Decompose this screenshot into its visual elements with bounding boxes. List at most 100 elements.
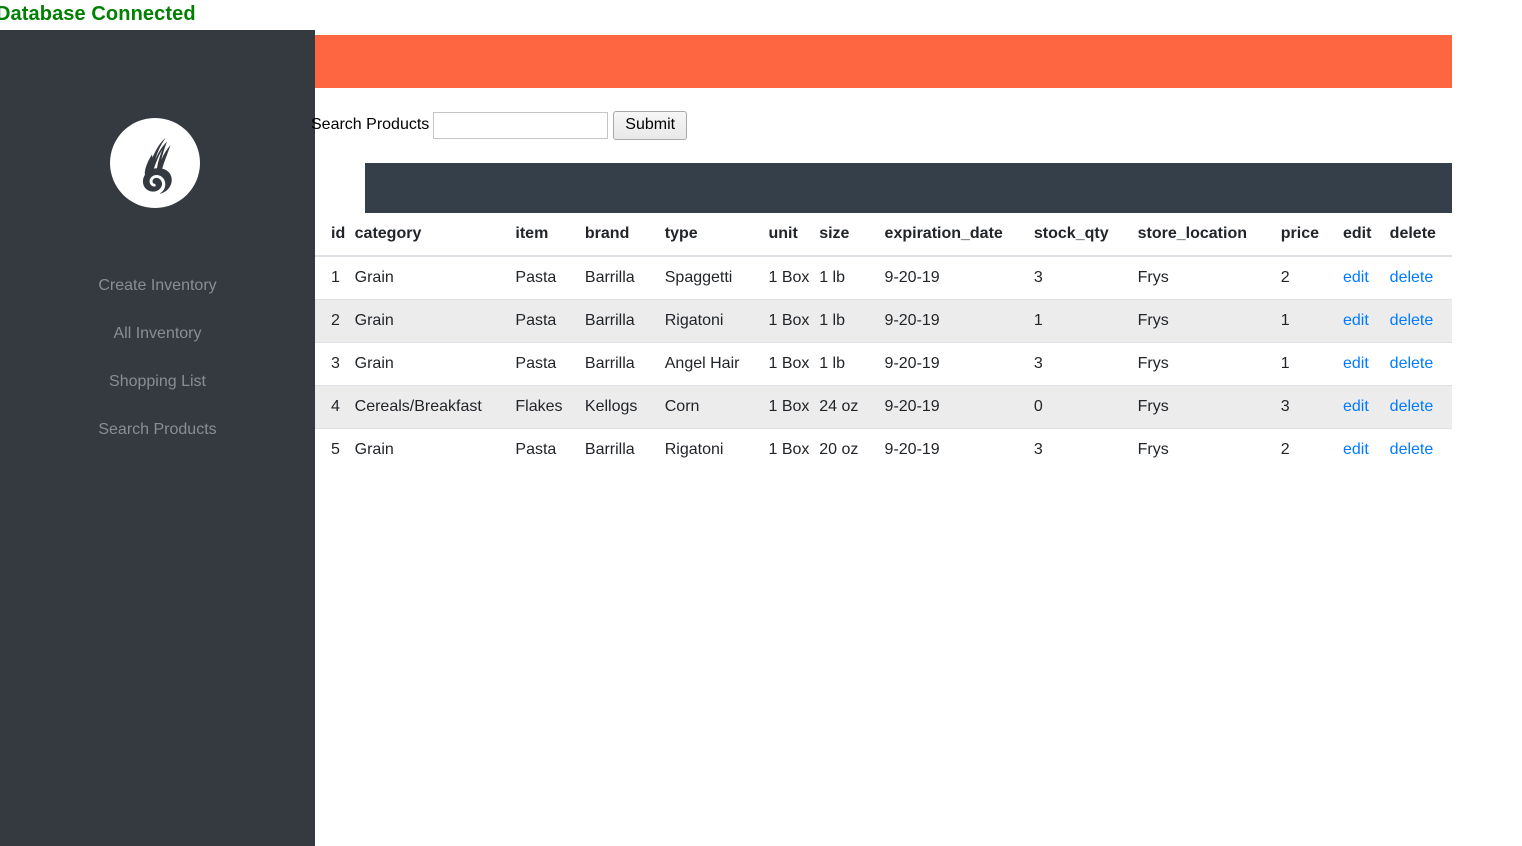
cell-item: Pasta bbox=[515, 428, 585, 471]
cell-size: 24 oz bbox=[819, 385, 885, 429]
cell-price: 1 bbox=[1280, 299, 1343, 343]
column-header-category: category bbox=[354, 213, 516, 257]
search-input[interactable] bbox=[433, 111, 609, 139]
cell-store-location: Frys bbox=[1137, 385, 1281, 429]
cell-id: 5 bbox=[315, 428, 355, 471]
table-row: 4 Cereals/Breakfast Flakes Kellogs Corn … bbox=[315, 385, 1452, 429]
column-header-delete: delete bbox=[1389, 213, 1452, 257]
cell-stock-qty: 3 bbox=[1033, 255, 1138, 300]
edit-link[interactable]: edit bbox=[1343, 269, 1369, 286]
cell-category: Grain bbox=[354, 428, 516, 471]
sidebar-item-all-inventory[interactable]: All Inventory bbox=[0, 310, 315, 358]
cell-type: Rigatoni bbox=[664, 299, 769, 343]
cell-unit: 1 Box bbox=[768, 299, 820, 343]
cell-brand: Barrilla bbox=[584, 299, 665, 343]
cell-unit: 1 Box bbox=[768, 428, 820, 471]
cell-id: 1 bbox=[315, 255, 355, 300]
column-header-unit: unit bbox=[768, 213, 820, 257]
page-header-bar bbox=[315, 35, 1452, 88]
cell-expiration-date: 9-20-19 bbox=[884, 385, 1034, 429]
cell-item: Pasta bbox=[515, 342, 585, 386]
cell-item: Pasta bbox=[515, 255, 585, 300]
cell-id: 4 bbox=[315, 385, 355, 429]
sidebar: Create Inventory All Inventory Shopping … bbox=[0, 30, 315, 846]
sidebar-item-search-products[interactable]: Search Products bbox=[0, 406, 315, 454]
cell-expiration-date: 9-20-19 bbox=[884, 299, 1034, 343]
inventory-table: id category item brand type unit size ex… bbox=[315, 213, 1452, 471]
edit-link[interactable]: edit bbox=[1343, 398, 1369, 415]
cell-expiration-date: 9-20-19 bbox=[884, 255, 1034, 300]
cell-store-location: Frys bbox=[1137, 299, 1281, 343]
table-row: 1 Grain Pasta Barrilla Spaggetti 1 Box 1… bbox=[315, 255, 1452, 300]
cell-price: 1 bbox=[1280, 342, 1343, 386]
cell-store-location: Frys bbox=[1137, 428, 1281, 471]
cell-price: 2 bbox=[1280, 428, 1343, 471]
table-row: 5 Grain Pasta Barrilla Rigatoni 1 Box 20… bbox=[315, 428, 1452, 471]
cell-type: Corn bbox=[664, 385, 769, 429]
cell-type: Rigatoni bbox=[664, 428, 769, 471]
cell-unit: 1 Box bbox=[768, 385, 820, 429]
edit-link[interactable]: edit bbox=[1343, 312, 1369, 329]
main-content: Search Products Submit id category item … bbox=[311, 30, 1522, 846]
cell-unit: 1 Box bbox=[768, 255, 820, 300]
cell-size: 1 lb bbox=[819, 342, 885, 386]
cell-item: Pasta bbox=[515, 299, 585, 343]
cell-size: 1 lb bbox=[819, 255, 885, 300]
cell-category: Grain bbox=[354, 255, 516, 300]
cell-store-location: Frys bbox=[1137, 255, 1281, 300]
air-nomad-flame-icon bbox=[124, 132, 186, 194]
cell-id: 3 bbox=[315, 342, 355, 386]
cell-stock-qty: 3 bbox=[1033, 342, 1138, 386]
sidebar-nav: Create Inventory All Inventory Shopping … bbox=[0, 262, 315, 454]
column-header-id: id bbox=[315, 213, 355, 257]
search-input-label: Search Products bbox=[311, 116, 430, 133]
cell-brand: Kellogs bbox=[584, 385, 665, 429]
cell-type: Spaggetti bbox=[664, 255, 769, 300]
database-status-banner: Database Connected bbox=[0, 3, 196, 25]
sidebar-item-create-inventory[interactable]: Create Inventory bbox=[0, 262, 315, 310]
delete-link[interactable]: delete bbox=[1390, 441, 1434, 458]
cell-stock-qty: 1 bbox=[1033, 299, 1138, 343]
cell-item: Flakes bbox=[515, 385, 585, 429]
cell-brand: Barrilla bbox=[584, 342, 665, 386]
cell-type: Angel Hair bbox=[664, 342, 769, 386]
search-products-form: Search Products Submit bbox=[311, 110, 688, 140]
cell-id: 2 bbox=[315, 299, 355, 343]
table-row: 3 Grain Pasta Barrilla Angel Hair 1 Box … bbox=[315, 342, 1452, 386]
app-root: Database Connected Create Inventory All … bbox=[0, 0, 1522, 846]
column-header-edit: edit bbox=[1343, 213, 1390, 257]
cell-category: Grain bbox=[354, 342, 516, 386]
sidebar-item-shopping-list[interactable]: Shopping List bbox=[0, 358, 315, 406]
cell-expiration-date: 9-20-19 bbox=[884, 342, 1034, 386]
delete-link[interactable]: delete bbox=[1390, 269, 1434, 286]
column-header-stock-qty: stock_qty bbox=[1033, 213, 1138, 257]
cell-unit: 1 Box bbox=[768, 342, 820, 386]
table-header-strip bbox=[365, 163, 1452, 213]
table-body: 1 Grain Pasta Barrilla Spaggetti 1 Box 1… bbox=[315, 255, 1452, 471]
delete-link[interactable]: delete bbox=[1390, 312, 1434, 329]
cell-expiration-date: 9-20-19 bbox=[884, 428, 1034, 471]
cell-stock-qty: 0 bbox=[1033, 385, 1138, 429]
table-header-row-group: id category item brand type unit size ex… bbox=[315, 213, 1452, 257]
column-header-size: size bbox=[819, 213, 885, 257]
table-header-row: id category item brand type unit size ex… bbox=[315, 213, 1452, 257]
column-header-item: item bbox=[515, 213, 585, 257]
delete-link[interactable]: delete bbox=[1390, 398, 1434, 415]
cell-category: Grain bbox=[354, 299, 516, 343]
cell-price: 2 bbox=[1280, 255, 1343, 300]
brand-logo bbox=[110, 118, 200, 208]
column-header-store-location: store_location bbox=[1137, 213, 1281, 257]
cell-brand: Barrilla bbox=[584, 428, 665, 471]
edit-link[interactable]: edit bbox=[1343, 355, 1369, 372]
submit-button[interactable]: Submit bbox=[613, 110, 688, 140]
cell-store-location: Frys bbox=[1137, 342, 1281, 386]
cell-brand: Barrilla bbox=[584, 255, 665, 300]
cell-size: 1 lb bbox=[819, 299, 885, 343]
delete-link[interactable]: delete bbox=[1390, 355, 1434, 372]
cell-price: 3 bbox=[1280, 385, 1343, 429]
table-row: 2 Grain Pasta Barrilla Rigatoni 1 Box 1 … bbox=[315, 299, 1452, 343]
column-header-expiration-date: expiration_date bbox=[884, 213, 1034, 257]
column-header-brand: brand bbox=[584, 213, 665, 257]
edit-link[interactable]: edit bbox=[1343, 441, 1369, 458]
column-header-type: type bbox=[664, 213, 769, 257]
